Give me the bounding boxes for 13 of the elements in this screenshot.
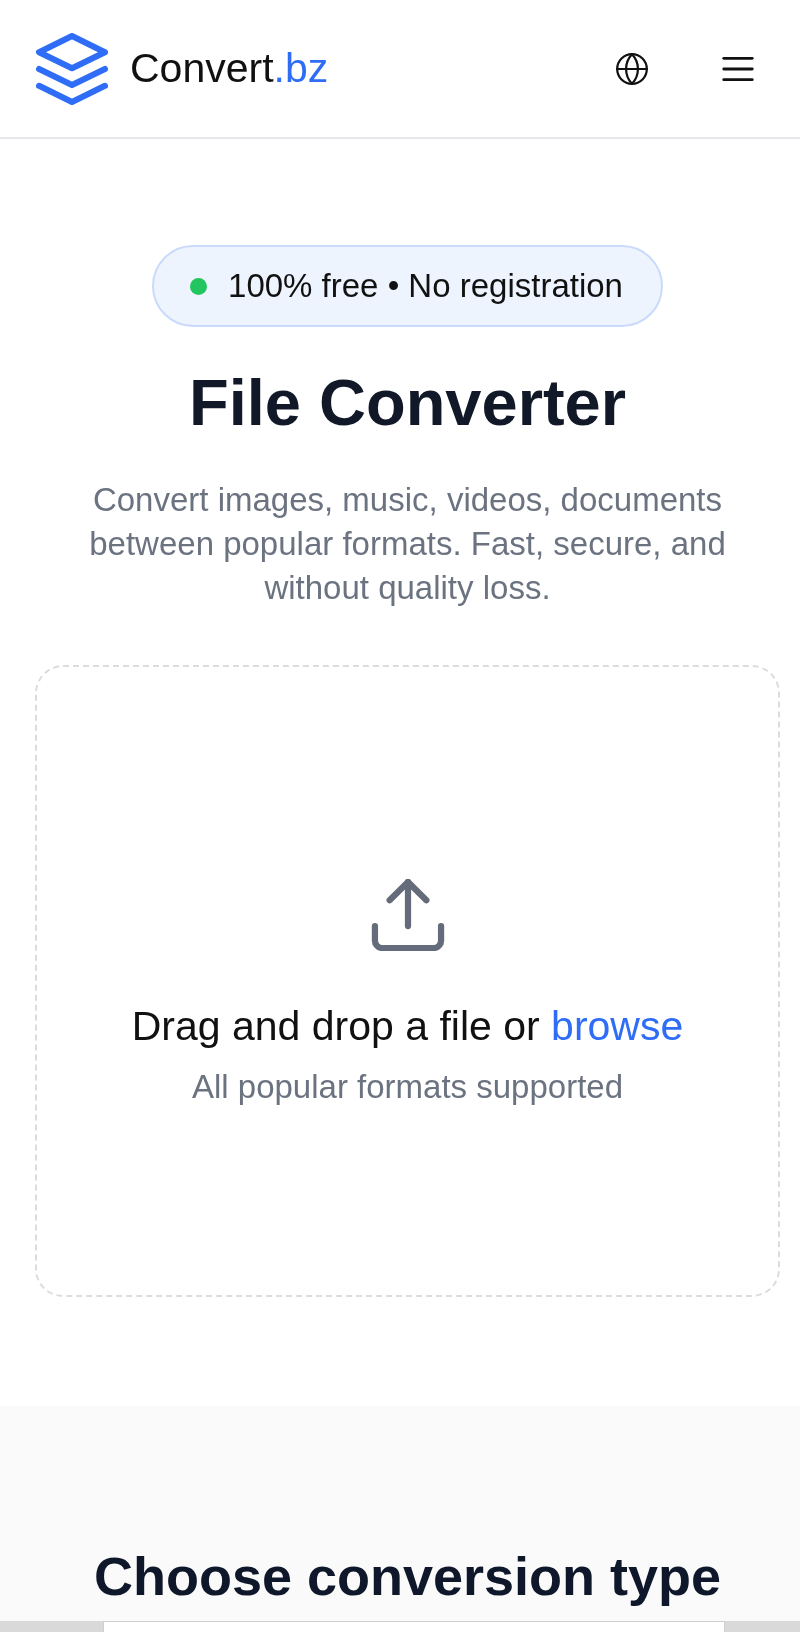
file-drop-zone[interactable]: Drag and drop a file or browse All popular formats supported [35,665,780,1297]
section-title: Choose conversion type [92,1545,723,1608]
drop-instruction: Drag and drop a file or browse [131,1003,684,1049]
page-description: Convert images, music, videos, documents between popular formats. Fast, secure, and without quality loss. [88,480,727,608]
upload-icon [370,879,445,951]
globe-icon [616,51,648,86]
supported-formats-text: All popular formats supported [191,1067,624,1107]
brand-name[interactable]: Convert.bz [130,43,329,94]
browse-link[interactable]: browse [551,1003,684,1049]
page-title: File Converter [187,365,628,441]
badge-text: 100% free • No registration [228,266,623,306]
layers-logo-icon[interactable] [36,32,108,105]
status-dot-icon [190,277,208,295]
